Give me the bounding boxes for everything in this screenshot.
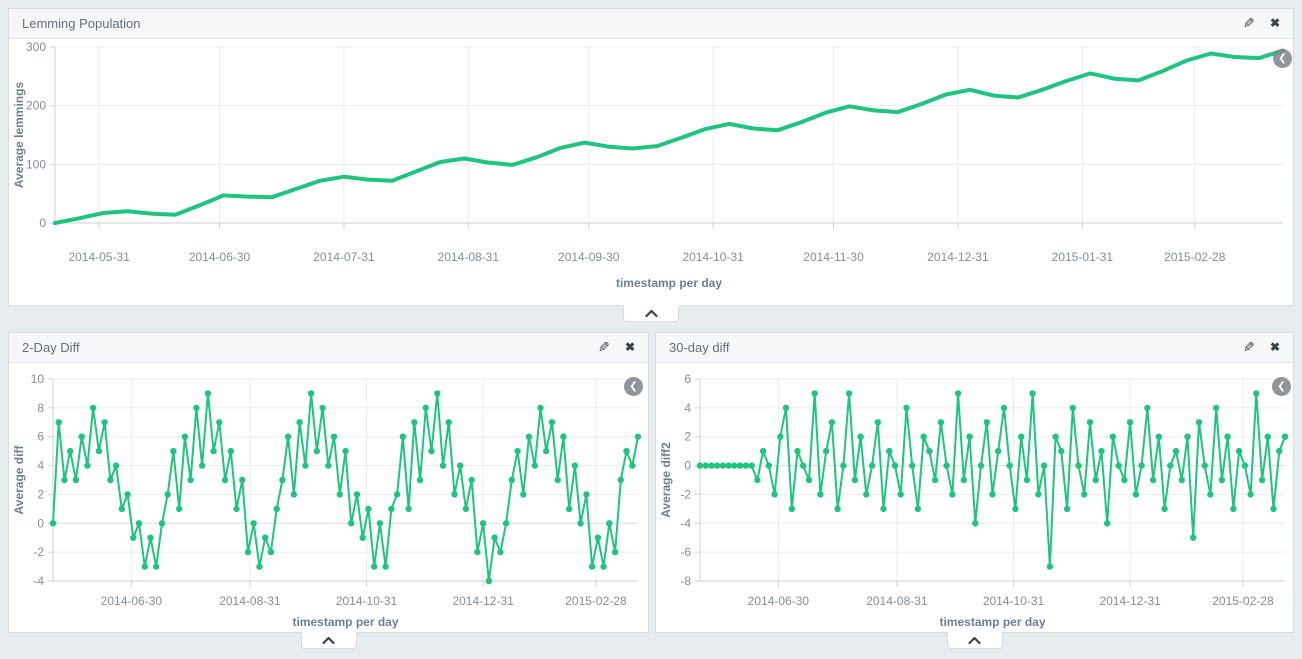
svg-text:Average lemmings: Average lemmings [12, 82, 26, 189]
svg-text:-4: -4 [33, 574, 44, 588]
svg-text:-2: -2 [680, 487, 691, 501]
svg-text:Average diff: Average diff [12, 445, 26, 515]
chart-canvas-30-day-diff[interactable]: -8 -6 -4 -2 0 2 4 6 2014-06-30 2014-08-31 2014-10-… [656, 363, 1293, 632]
svg-text:timestamp per day: timestamp per day [292, 615, 398, 629]
chart-canvas-lemming-population[interactable]: 0 100 200 300 2014-05-31 2014-06-30 2014-07-31… [9, 39, 1293, 305]
svg-text:timestamp per day: timestamp per day [616, 276, 722, 290]
svg-text:0: 0 [684, 459, 691, 473]
svg-text:2015-02-28: 2015-02-28 [565, 594, 627, 608]
svg-text:2: 2 [684, 430, 691, 444]
collapse-panel-tab[interactable] [623, 305, 679, 322]
svg-text:200: 200 [26, 99, 46, 113]
chart-canvas-2-day-diff[interactable]: -4 -2 0 2 4 6 8 10 2014-06-30 2014-08-31 2014-10-3… [9, 363, 648, 632]
line-chart-2-day-diff[interactable]: -4 -2 0 2 4 6 8 10 2014-06-30 2014-08-31 2014-10-3… [9, 363, 648, 634]
panel-30-day-diff: 30-day diff ✎ ✖ -8 -6 -4 -2 0 2 4 6 2014-06-30 20… [655, 332, 1294, 633]
chevron-up-icon [968, 636, 981, 645]
svg-text:2014-09-30: 2014-09-30 [558, 250, 620, 264]
svg-text:2014-11-30: 2014-11-30 [803, 250, 864, 264]
svg-text:2014-06-30: 2014-06-30 [748, 594, 810, 608]
svg-text:2014-12-31: 2014-12-31 [927, 250, 989, 264]
collapse-panel-tab[interactable] [947, 632, 1003, 649]
back-arrow-circle-icon[interactable]: ❮ [624, 377, 643, 396]
svg-text:2014-12-31: 2014-12-31 [1099, 594, 1161, 608]
svg-text:2014-08-31: 2014-08-31 [866, 594, 928, 608]
panel-2-day-diff: 2-Day Diff ✎ ✖ -4 -2 0 2 4 6 8 10 2014-06-30 2014… [8, 332, 649, 633]
svg-text:2014-07-31: 2014-07-31 [313, 250, 375, 264]
svg-text:0: 0 [39, 216, 46, 230]
back-arrow-circle-icon[interactable]: ❮ [1272, 377, 1291, 396]
svg-text:2015-02-28: 2015-02-28 [1164, 250, 1226, 264]
svg-text:2015-01-31: 2015-01-31 [1052, 250, 1114, 264]
svg-text:2014-06-30: 2014-06-30 [189, 250, 251, 264]
edit-pencil-icon[interactable]: ✎ [1243, 341, 1255, 354]
panel-header: Lemming Population ✎ ✖ [9, 9, 1293, 39]
svg-text:2014-06-30: 2014-06-30 [101, 594, 163, 608]
svg-text:2014-08-31: 2014-08-31 [219, 594, 281, 608]
chevron-up-icon [645, 309, 658, 318]
svg-text:Average diff2: Average diff2 [659, 442, 673, 518]
svg-text:2014-05-31: 2014-05-31 [68, 250, 130, 264]
svg-text:4: 4 [37, 459, 44, 473]
close-icon[interactable]: ✖ [1270, 17, 1280, 30]
svg-text:2014-12-31: 2014-12-31 [452, 594, 514, 608]
edit-pencil-icon[interactable]: ✎ [598, 341, 610, 354]
line-chart-30-day-diff[interactable]: -8 -6 -4 -2 0 2 4 6 2014-06-30 2014-08-31 2014-10-… [656, 363, 1293, 634]
close-icon[interactable]: ✖ [1270, 341, 1280, 354]
svg-text:4: 4 [684, 401, 691, 415]
svg-text:0: 0 [37, 516, 44, 530]
svg-text:2: 2 [37, 487, 44, 501]
svg-text:2014-08-31: 2014-08-31 [438, 250, 500, 264]
svg-text:6: 6 [684, 372, 691, 386]
svg-text:6: 6 [37, 430, 44, 444]
svg-text:-2: -2 [33, 545, 44, 559]
back-arrow-circle-icon[interactable]: ❮ [1273, 49, 1292, 68]
svg-text:100: 100 [26, 157, 46, 171]
edit-pencil-icon[interactable]: ✎ [1243, 17, 1255, 30]
svg-text:2015-02-28: 2015-02-28 [1212, 594, 1274, 608]
chevron-up-icon [322, 636, 335, 645]
panel-header: 2-Day Diff ✎ ✖ [9, 333, 648, 363]
panel-title: Lemming Population [22, 16, 1228, 31]
svg-text:2014-10-31: 2014-10-31 [336, 594, 398, 608]
svg-text:8: 8 [37, 401, 44, 415]
svg-text:-4: -4 [680, 516, 691, 530]
panel-title: 2-Day Diff [22, 340, 583, 355]
svg-text:10: 10 [31, 372, 45, 386]
svg-text:-8: -8 [680, 574, 691, 588]
svg-text:300: 300 [26, 40, 46, 54]
svg-text:2014-10-31: 2014-10-31 [983, 594, 1045, 608]
panel-header: 30-day diff ✎ ✖ [656, 333, 1293, 363]
close-icon[interactable]: ✖ [625, 341, 635, 354]
svg-text:2014-10-31: 2014-10-31 [682, 250, 744, 264]
svg-text:-6: -6 [680, 545, 691, 559]
line-chart-lemming-population[interactable]: 0 100 200 300 2014-05-31 2014-06-30 2014-07-31… [9, 39, 1293, 307]
collapse-panel-tab[interactable] [301, 632, 357, 649]
panel-lemming-population: Lemming Population ✎ ✖ 0 100 200 300 2014-05… [8, 8, 1294, 306]
svg-text:timestamp per day: timestamp per day [939, 615, 1045, 629]
panel-title: 30-day diff [669, 340, 1228, 355]
